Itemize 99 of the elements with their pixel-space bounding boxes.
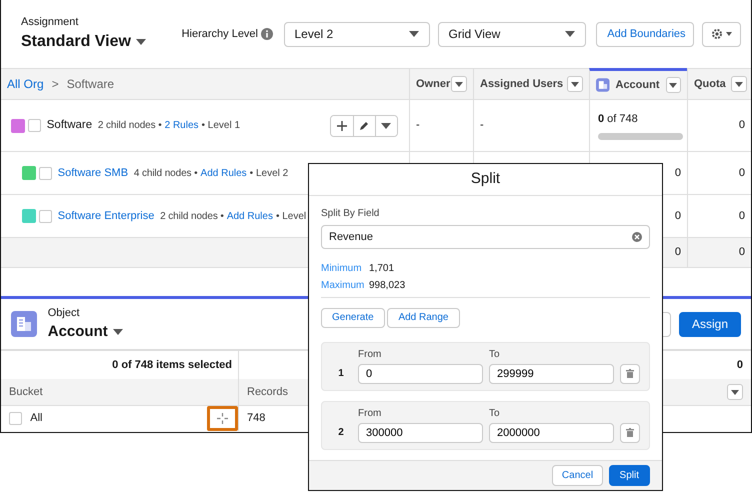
view-title: Standard View [21, 32, 131, 52]
stat-label: Maximum [321, 278, 366, 293]
checkbox[interactable] [28, 119, 41, 132]
action-button[interactable]: Add Range [387, 308, 460, 328]
field-label: Hierarchy Level [182, 26, 258, 42]
table-cell-text: 0 [674, 208, 681, 224]
split-button[interactable] [207, 406, 238, 431]
header-label: Assignment [21, 14, 80, 30]
range-input[interactable]: 0 [358, 364, 483, 384]
field-label: Split By Field [321, 206, 380, 221]
column-menu-button[interactable] [666, 77, 681, 93]
add-boundaries-button[interactable]: Add Boundaries [596, 22, 694, 46]
clear-icon [632, 232, 642, 242]
column-menu-button[interactable] [731, 76, 747, 92]
checkbox[interactable] [39, 166, 52, 180]
table-cell-text: 0 [738, 208, 745, 224]
caret-icon [669, 82, 678, 88]
table-cell-text: - [480, 118, 484, 134]
checkbox[interactable] [9, 412, 22, 425]
selection-count: 0 of 748 items selected [112, 358, 232, 373]
table-cell-text: - [416, 118, 420, 134]
breadcrumb-item: Software [66, 76, 114, 93]
stat-label: Minimum [321, 262, 363, 276]
selection-count: 0 [736, 358, 743, 373]
caret-icon [455, 82, 463, 86]
node-link[interactable]: Software SMB [58, 164, 128, 182]
range-index: 1 [337, 366, 345, 381]
pencil-icon [359, 120, 369, 130]
column-header: Owner [416, 76, 450, 92]
action-button[interactable]: Generate [321, 308, 385, 328]
column-header: Quota [694, 76, 726, 92]
rules-link[interactable]: Add Rules [226, 208, 273, 224]
caret-icon [731, 390, 739, 394]
gear-icon [711, 28, 724, 40]
range-index: 2 [337, 426, 345, 440]
node-name: Software [46, 118, 92, 133]
trash-icon [626, 428, 634, 438]
column-header: Records [247, 384, 288, 400]
column-menu-button[interactable] [451, 76, 467, 92]
stat-value: 1,701 [369, 262, 394, 276]
field-label: To [489, 348, 501, 362]
rules-link[interactable]: 2 Rules [164, 118, 199, 133]
plus-icon [336, 120, 346, 130]
node-meta: 4 child nodes • [134, 166, 198, 180]
node-level: • Level 2 [250, 166, 288, 180]
caret-icon [571, 82, 579, 86]
field-label: To [489, 406, 501, 421]
table-cell-text: 0 [738, 166, 745, 181]
breadcrumb-separator: > [52, 76, 59, 93]
column-menu-button[interactable] [567, 76, 583, 92]
trash-icon [626, 369, 634, 378]
object-icon [596, 78, 610, 92]
object-icon [11, 311, 37, 337]
cancel-button[interactable]: Cancel [552, 464, 604, 486]
caret-icon [136, 39, 146, 46]
caret-icon [564, 31, 574, 37]
object-title: Account [48, 322, 108, 342]
total-cell-text: 0 [738, 245, 745, 260]
info-icon [260, 28, 273, 40]
field-label: From [358, 406, 382, 421]
breadcrumb-link[interactable]: All Org [7, 75, 44, 93]
column-header: Bucket [9, 384, 43, 400]
rules-link[interactable]: Add Rules [200, 166, 247, 180]
caret-icon [408, 31, 418, 37]
split-field[interactable]: Revenue [321, 224, 650, 249]
column-menu-button[interactable] [727, 384, 743, 400]
level-select[interactable]: Level 2 [284, 22, 430, 46]
node-level: • Level [276, 210, 306, 224]
delete-button[interactable] [620, 422, 640, 443]
bucket-name: All [30, 411, 42, 426]
node-meta: 2 child nodes • [160, 210, 224, 224]
caret-icon [113, 329, 124, 336]
view-select[interactable]: Grid View [438, 22, 586, 46]
assign-button[interactable]: Assign [678, 312, 741, 336]
range-input[interactable]: 299999 [489, 364, 614, 384]
split-confirm-button[interactable]: Split [608, 464, 650, 486]
table-cell-text: 748 [247, 411, 266, 426]
caret-icon [735, 82, 743, 86]
column-header: Account [616, 78, 660, 93]
column-header: Assigned Users [480, 76, 564, 92]
caret-icon [381, 122, 391, 128]
range-input[interactable]: 2000000 [489, 422, 614, 443]
range-input[interactable]: 300000 [358, 422, 483, 443]
checkbox[interactable] [39, 210, 52, 222]
table-cell-text: 0 [738, 118, 745, 134]
object-label: Object [48, 306, 81, 320]
settings-button[interactable] [702, 22, 741, 46]
more-button[interactable] [374, 116, 396, 136]
modal-title: Split [470, 169, 500, 190]
stat-value: 998,023 [369, 278, 406, 293]
crosshair-icon [217, 413, 228, 424]
delete-button[interactable] [620, 364, 640, 384]
total-cell-text: 0 [674, 245, 681, 260]
node-link[interactable]: Software Enterprise [58, 208, 154, 224]
node-level: • Level 1 [202, 119, 240, 133]
field-label: From [358, 348, 382, 362]
account-count: 0 of 748 [598, 112, 638, 128]
table-cell-text: 0 [674, 166, 681, 181]
node-meta: 2 child nodes • [98, 119, 162, 133]
